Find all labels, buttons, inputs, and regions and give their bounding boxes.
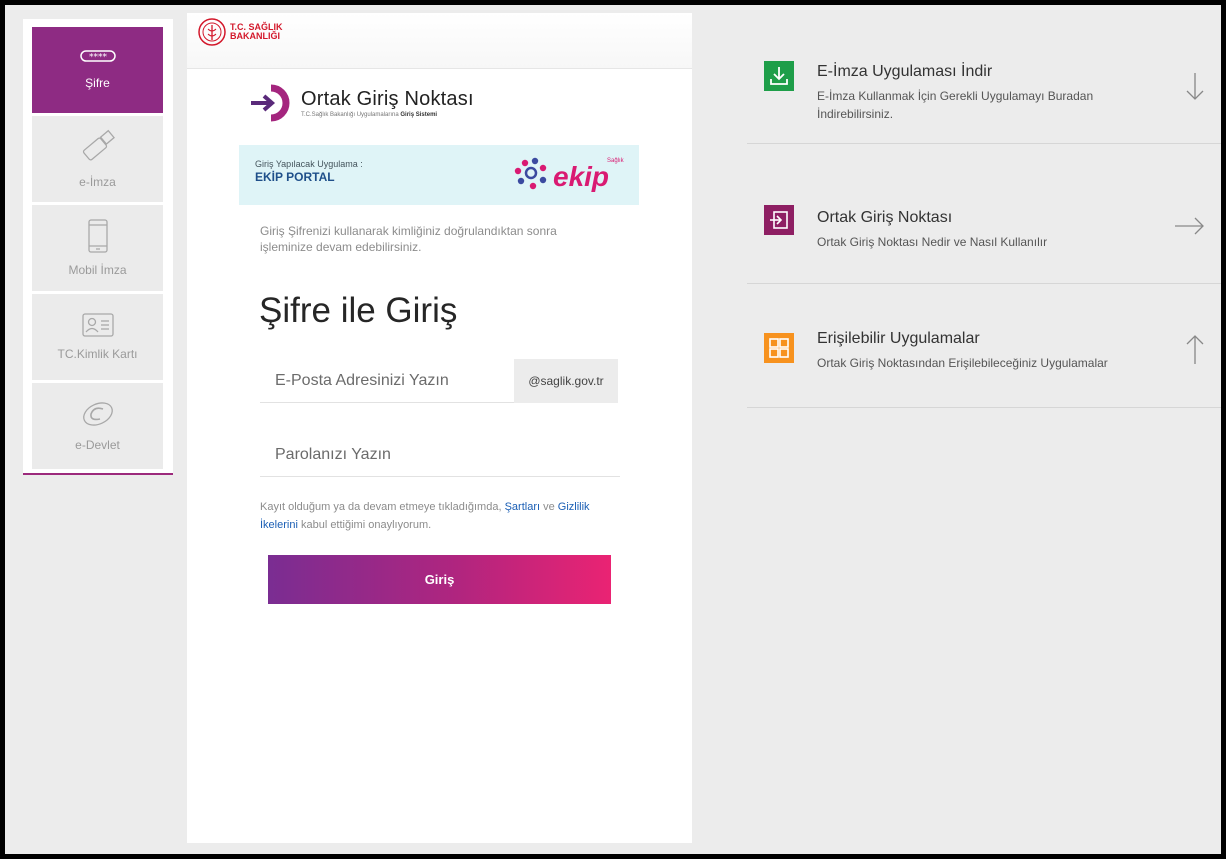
password-input[interactable] xyxy=(260,433,620,477)
sidebar-item-label: TC.Kimlik Kartı xyxy=(57,347,138,361)
info-item-portal-help[interactable]: Ortak Giriş Noktası Ortak Giriş Noktası … xyxy=(747,144,1221,284)
email-domain-suffix: @saglik.gov.tr xyxy=(514,358,618,403)
arrow-right-icon xyxy=(1175,217,1204,235)
card-header: T.C. SAĞLIK BAKANLIĞI xyxy=(187,13,692,69)
sidebar-item-label: Mobil İmza xyxy=(68,263,127,277)
page-title: Şifre ile Giriş xyxy=(259,291,458,330)
edevlet-logo-icon xyxy=(82,402,113,426)
sidebar-item-mobil-imza[interactable]: Mobil İmza xyxy=(32,205,163,291)
info-item-accessible-apps[interactable]: Erişilebilir Uygulamalar Ortak Giriş Nok… xyxy=(747,284,1221,408)
sidebar-item-e-devlet[interactable]: e-Devlet xyxy=(32,383,163,469)
login-button[interactable]: Giriş xyxy=(268,555,611,604)
brand-title: Ortak Giriş Noktası xyxy=(301,88,474,110)
download-icon xyxy=(764,61,794,91)
arrow-down-icon xyxy=(1186,73,1204,100)
mobile-phone-icon xyxy=(87,219,108,253)
sidebar-item-label: Şifre xyxy=(85,76,110,90)
sidebar-item-label: e-İmza xyxy=(79,175,116,189)
login-card: T.C. SAĞLIK BAKANLIĞI Ortak Giriş Noktas… xyxy=(187,13,692,843)
info-title: Ortak Giriş Noktası xyxy=(817,209,953,226)
ekip-people-icon xyxy=(514,157,547,190)
terms-link[interactable]: Şartları xyxy=(505,501,540,513)
browser-viewport: **** Şifre e-İmza Mobil İmza TC.Kimlik K… xyxy=(3,3,1223,856)
intro-text: Giriş Şifrenizi kullanarak kimliğiniz do… xyxy=(260,224,557,254)
target-application-box: Giriş Yapılacak Uygulama : EKİP PORTAL e… xyxy=(239,145,639,205)
ekip-logo-tag: Sağlık xyxy=(607,158,625,164)
brand-logo: Ortak Giriş Noktası T.C.Sağlık Bakanlığı… xyxy=(249,83,474,123)
sign-in-icon xyxy=(764,205,794,235)
usb-token-icon xyxy=(82,129,115,161)
info-title: Erişilebilir Uygulamalar xyxy=(817,330,980,347)
arrow-up-icon xyxy=(1186,335,1204,364)
grid-icon xyxy=(764,333,794,363)
ministry-logo: T.C. SAĞLIK BAKANLIĞI xyxy=(197,17,283,47)
sidebar-item-tc-kimlik[interactable]: TC.Kimlik Kartı xyxy=(32,294,163,380)
ministry-emblem-icon xyxy=(198,18,226,46)
email-field-row: @saglik.gov.tr xyxy=(260,358,618,403)
info-description: E-İmza Kullanmak İçin Gerekli Uygulamayı… xyxy=(817,89,1094,121)
login-method-sidebar: **** Şifre e-İmza Mobil İmza TC.Kimlik K… xyxy=(23,19,173,475)
app-name: EKİP PORTAL xyxy=(255,170,335,184)
ekip-logo: ekip Sağlık xyxy=(511,153,629,202)
info-description: Ortak Giriş Noktası Nedir ve Nasıl Kulla… xyxy=(817,235,1048,249)
ekip-logo-text: ekip xyxy=(553,161,609,192)
id-card-icon xyxy=(81,313,114,337)
sidebar-item-e-imza[interactable]: e-İmza xyxy=(32,116,163,202)
brand-subtitle: T.C.Sağlık Bakanlığı Uygulamalarına Giri… xyxy=(301,112,438,118)
password-dots-icon: **** xyxy=(79,50,116,63)
info-title: E-İmza Uygulaması İndir xyxy=(817,63,993,80)
info-item-esign-download[interactable]: E-İmza Uygulaması İndir E-İmza Kullanmak… xyxy=(747,45,1221,144)
info-description: Ortak Giriş Noktasından Erişilebileceğin… xyxy=(817,356,1108,370)
info-panel: E-İmza Uygulaması İndir E-İmza Kullanmak… xyxy=(747,45,1221,408)
password-field-row xyxy=(260,433,620,477)
login-arrow-logo-icon xyxy=(251,84,290,122)
email-input[interactable] xyxy=(260,358,514,403)
app-label: Giriş Yapılacak Uygulama : xyxy=(255,159,363,169)
sidebar-item-sifre[interactable]: **** Şifre xyxy=(32,27,163,113)
sidebar-item-label: e-Devlet xyxy=(75,438,120,452)
ministry-line2: BAKANLIĞI xyxy=(230,31,280,41)
consent-text: Kayıt olduğum ya da devam etmeye tıkladı… xyxy=(260,501,590,531)
svg-text:****: **** xyxy=(89,53,108,63)
